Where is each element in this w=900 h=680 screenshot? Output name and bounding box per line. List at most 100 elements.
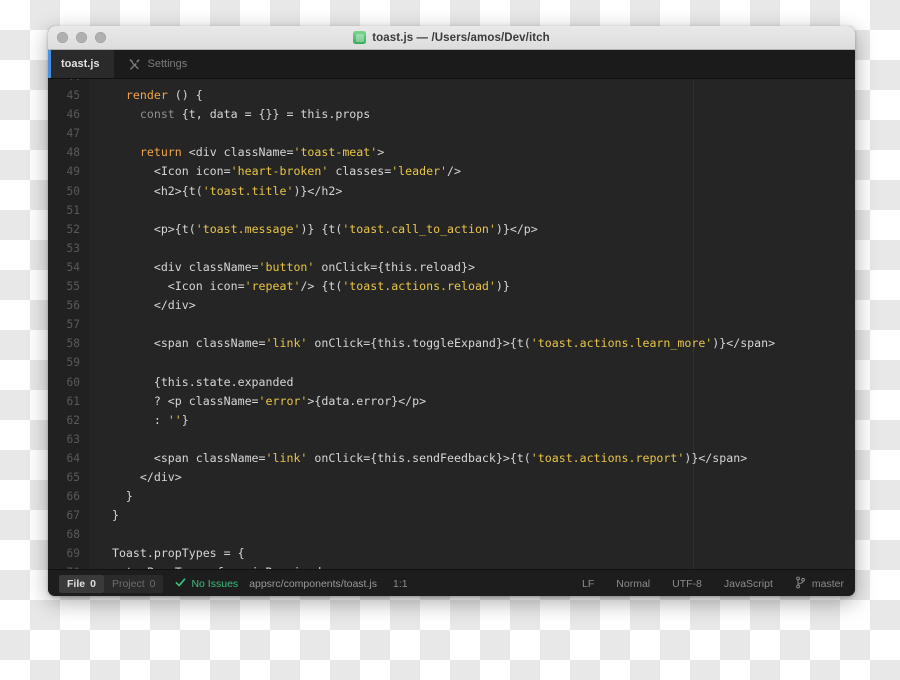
line-number: 52: [66, 222, 80, 236]
code-content: 44 45 render () {46 const {t, data = {}}…: [48, 79, 855, 569]
tab-label: Settings: [147, 58, 188, 70]
line-number: 44: [48, 79, 89, 86]
code-line: 52 <p>{t('toast.message')} {t('toast.cal…: [48, 220, 855, 239]
line-number: 50: [66, 184, 80, 198]
window-title-group: toast.js — /Users/amos/Dev/itch: [48, 31, 855, 44]
tab-settings[interactable]: Settings: [114, 50, 202, 78]
line-code: Toast.propTypes = {: [98, 546, 245, 561]
line-number: 48: [66, 146, 80, 160]
line-number: 63: [66, 432, 80, 446]
line-number: 70: [48, 563, 89, 569]
git-branch-icon: [795, 576, 806, 592]
window-controls: [57, 32, 106, 43]
tab-bar: toast.js Settings: [48, 50, 855, 79]
code-line: 53: [48, 239, 855, 258]
tab-toast-js[interactable]: toast.js: [48, 50, 114, 78]
code-line: 44: [48, 79, 855, 86]
line-number: 58: [66, 337, 80, 351]
code-line: 56 </div>: [48, 296, 855, 315]
line-number: 60: [66, 375, 80, 389]
code-line: 62 : ''}: [48, 411, 855, 430]
project-badge-count: 0: [149, 578, 156, 590]
minimize-button[interactable]: [76, 32, 87, 43]
status-bar: File 0 Project 0 No Issues appsrc/compon…: [48, 569, 855, 596]
code-line: 55 <Icon icon='repeat'/> {t('toast.actio…: [48, 277, 855, 296]
code-line: 51: [48, 201, 855, 220]
editor-mode[interactable]: Normal: [616, 578, 650, 590]
checkmark-icon: [175, 577, 186, 591]
code-line: 50 <h2>{t('toast.title')}</h2>: [48, 182, 855, 201]
code-editor[interactable]: 44 45 render () {46 const {t, data = {}}…: [48, 79, 855, 569]
code-line: 54 <div className='button' onClick={this…: [48, 258, 855, 277]
line-code: {this.state.expanded: [98, 374, 294, 389]
line-code: <p>{t('toast.message')} {t('toast.call_t…: [98, 221, 538, 236]
line-number: 46: [66, 108, 80, 122]
code-line: 49 <Icon icon='heart-broken' classes='le…: [48, 162, 855, 181]
line-number: 68: [66, 528, 80, 542]
editor-scrollbar[interactable]: [849, 79, 855, 569]
code-line: 70 t: PropTypes.func.isRequired,: [48, 563, 855, 569]
code-line: 64 <span className='link' onClick={this.…: [48, 449, 855, 468]
project-issues-badge[interactable]: Project 0: [103, 575, 164, 593]
line-number: 65: [66, 470, 80, 484]
line-code: }: [98, 508, 119, 523]
code-line: 47: [48, 124, 855, 143]
editor-window: toast.js — /Users/amos/Dev/itch toast.js…: [48, 26, 855, 596]
code-line: 45 render () {: [48, 86, 855, 105]
line-code: </div>: [98, 469, 182, 484]
code-line: 60 {this.state.expanded: [48, 373, 855, 392]
code-line: 69 Toast.propTypes = {: [48, 544, 855, 563]
window-titlebar: toast.js — /Users/amos/Dev/itch: [48, 26, 855, 50]
line-number: 51: [66, 203, 80, 217]
file-issues-badge[interactable]: File 0: [59, 575, 104, 593]
code-line: 68: [48, 525, 855, 544]
file-badge-label: File: [67, 578, 86, 590]
maximize-button[interactable]: [95, 32, 106, 43]
line-number: 64: [66, 451, 80, 465]
language-selector[interactable]: JavaScript: [724, 578, 773, 590]
js-file-icon: [353, 31, 367, 44]
cursor-position: 1:1: [392, 578, 408, 590]
line-number: 54: [66, 260, 80, 274]
tab-label: toast.js: [61, 58, 100, 70]
issue-badges: File 0 Project 0: [59, 575, 164, 593]
code-line: 57: [48, 315, 855, 334]
line-number: 53: [66, 241, 80, 255]
file-badge-count: 0: [90, 578, 96, 590]
code-line: 67 }: [48, 506, 855, 525]
line-code: <Icon icon='repeat'/> {t('toast.actions.…: [98, 279, 510, 294]
code-line: 58 <span className='link' onClick={this.…: [48, 334, 855, 353]
project-badge-label: Project: [111, 578, 145, 590]
code-line: 46 const {t, data = {}} = this.props: [48, 105, 855, 124]
code-line: 65 </div>: [48, 468, 855, 487]
line-number: 47: [66, 127, 80, 141]
line-code: const {t, data = {}} = this.props: [139, 107, 371, 122]
close-button[interactable]: [57, 32, 68, 43]
line-code: t: PropTypes.func.isRequired,: [89, 563, 328, 569]
branch-name: master: [811, 578, 844, 590]
tools-icon: [128, 58, 141, 71]
code-line: 66 }: [48, 487, 855, 506]
code-line: 48 return <div className='toast-meat'>: [48, 143, 855, 162]
line-code: <span className='link' onClick={this.sen…: [98, 450, 748, 465]
line-code: <h2>{t('toast.title')}</h2>: [98, 183, 343, 198]
line-code: <span className='link' onClick={this.tog…: [98, 336, 776, 351]
line-number: 49: [66, 165, 80, 179]
issues-text: No Issues: [191, 578, 239, 590]
line-number: 59: [66, 356, 80, 370]
line-code: }: [98, 489, 133, 504]
code-line: 59: [48, 353, 855, 372]
line-code: <div className='button' onClick={this.re…: [98, 259, 475, 274]
line-number: 66: [66, 490, 80, 504]
line-number: 69: [66, 547, 80, 561]
file-path: appsrc/components/toast.js: [249, 578, 377, 590]
line-code: <Icon icon='heart-broken' classes='leade…: [98, 164, 461, 179]
line-code: return <div className='toast-meat'>: [139, 145, 385, 160]
git-branch-status[interactable]: master: [795, 576, 844, 592]
line-ending-selector[interactable]: LF: [582, 578, 594, 590]
window-title: toast.js — /Users/amos/Dev/itch: [372, 31, 550, 44]
no-issues-status: No Issues: [175, 577, 238, 591]
line-number: 45: [66, 89, 80, 103]
line-code: render () {: [125, 88, 203, 103]
encoding-selector[interactable]: UTF-8: [672, 578, 702, 590]
